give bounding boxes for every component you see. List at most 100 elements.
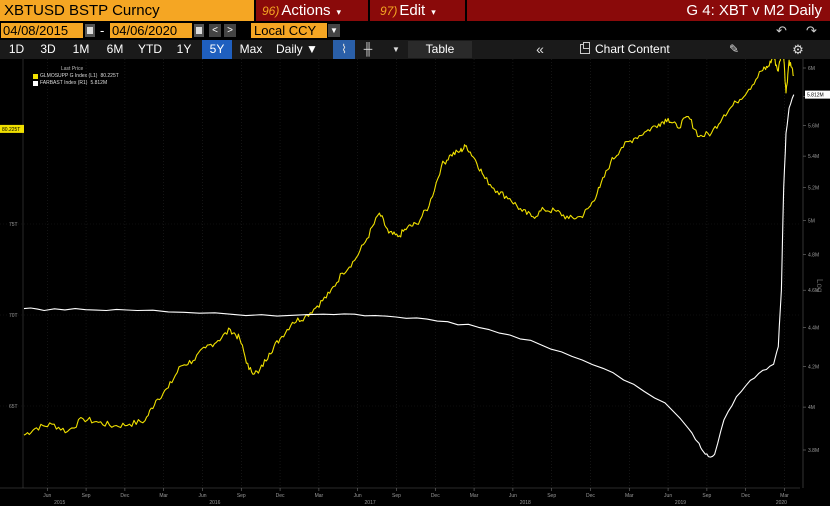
right-tick-label: 4M (808, 405, 815, 411)
redo-icon[interactable]: ↷ (806, 23, 817, 38)
x-tick-label-month: Sep (702, 493, 711, 499)
chart-content-button[interactable]: Chart Content (580, 40, 670, 59)
collapse-left-icon[interactable]: « (530, 40, 550, 59)
date-toolbar: 04/08/2015 - 04/06/2020 < > Local CCY ▼ … (0, 21, 830, 40)
x-tick-label-year: 2018 (520, 500, 531, 506)
date-separator: - (100, 23, 105, 38)
legend-item-m2[interactable]: GLMOSUPP G Index (L1) 80.225T (33, 73, 119, 80)
right-tick-label: 5.2M (808, 186, 819, 192)
chart-content-icon (580, 42, 590, 54)
edit-menu[interactable]: 97) Edit ▾ (380, 0, 436, 21)
x-tick-label-month: Jun (43, 493, 51, 499)
period-5y[interactable]: 5Y (202, 40, 232, 59)
chart-area[interactable]: 75T70T65T 6M5.8M5.6M5.4M5.2M5M4.8M4.6M4.… (0, 59, 830, 506)
chevron-left-icon[interactable]: < (209, 24, 221, 37)
period-ytd[interactable]: YTD (134, 40, 166, 59)
x-tick-label-month: Mar (625, 493, 634, 499)
x-tick-label-month: Jun (509, 493, 517, 499)
chevron-down-icon[interactable]: ▼ (328, 24, 340, 37)
x-tick-label-month: Jun (354, 493, 362, 499)
right-tick-label: 5M (808, 218, 815, 224)
edit-chart-icon[interactable]: ✎ (726, 40, 742, 59)
right-tick-label: 4.4M (808, 325, 819, 331)
series-line-m2 (23, 59, 795, 436)
right-tick-label: 6M (808, 66, 815, 72)
chevron-right-icon[interactable]: > (224, 24, 236, 37)
line-chart-icon[interactable]: ⌇ (333, 40, 355, 59)
legend-item-fed-assets[interactable]: FARBAST Index (R1) 5.812M (33, 80, 119, 87)
right-tick-label: 5.6M (808, 124, 819, 130)
chart-content-label: Chart Content (595, 42, 670, 56)
x-tick-label-year: 2016 (209, 500, 220, 506)
period-1m[interactable]: 1M (66, 40, 96, 59)
period-1y[interactable]: 1Y (170, 40, 198, 59)
x-tick-label-month: Dec (741, 493, 750, 499)
chevron-down-icon: ▼ (306, 42, 318, 56)
chart-legend: Last Price GLMOSUPP G Index (L1) 80.225T … (33, 66, 119, 87)
right-tick-label: 4.8M (808, 253, 819, 259)
chevron-down-icon[interactable]: ▼ (388, 40, 404, 59)
x-tick-label-month: Jun (664, 493, 672, 499)
actions-menu-label: Actions (281, 2, 331, 19)
start-date-input[interactable]: 04/08/2015 (1, 23, 83, 38)
last-value-label-right: 5.812M (807, 93, 824, 99)
period-6m[interactable]: 6M (100, 40, 130, 59)
x-tick-label-month: Mar (315, 493, 324, 499)
x-tick-label-month: Sep (392, 493, 401, 499)
x-tick-label-month: Dec (431, 493, 440, 499)
right-tick-label: 3.8M (808, 448, 819, 454)
edit-menu-label: Edit (399, 2, 426, 19)
last-value-label-left: 80.225T (2, 127, 20, 133)
chevron-down-icon: ▾ (336, 7, 342, 17)
x-tick-label-month: Mar (780, 493, 789, 499)
left-tick-label: 70T (9, 313, 18, 319)
last-value-labels: 80.225T 5.812M (0, 90, 830, 133)
x-tick-label-month: Jun (198, 493, 206, 499)
chevron-down-icon: ▾ (431, 7, 436, 17)
series-layer (23, 59, 795, 458)
table-button[interactable]: Table (408, 41, 472, 58)
left-tick-label: 65T (9, 404, 18, 410)
x-tick-label-year: 2019 (675, 500, 686, 506)
series-line-fed-assets (23, 94, 795, 458)
legend-swatch (33, 81, 38, 86)
x-tick-label-month: Sep (237, 493, 246, 499)
x-gridlines (46, 59, 785, 488)
right-tick-label: 5.4M (808, 154, 819, 160)
actions-menu[interactable]: 96) Actions ▾ (262, 0, 341, 21)
calendar-icon[interactable] (85, 24, 95, 37)
security-field[interactable]: XBTUSD BSTP Curncy (0, 0, 254, 21)
chart-toolbar: 1D 3D 1M 6M YTD 1Y 5Y Max Daily ▼ ⌇ ╫ ▼ … (0, 40, 830, 59)
end-date-input[interactable]: 04/06/2020 (110, 23, 192, 38)
window-title: G 4: XBT v M2 Daily (686, 2, 822, 19)
title-bar-separator (368, 0, 370, 21)
legend-item-value: 5.812M (90, 80, 108, 86)
right-tick-label: 4.2M (808, 364, 819, 370)
legend-item-name: FARBAST Index (R1) (40, 80, 88, 86)
currency-select[interactable]: Local CCY (251, 23, 327, 38)
title-bar-separator (465, 0, 467, 21)
left-tick-label: 75T (9, 222, 18, 228)
bar-chart-icon[interactable]: ╫ (358, 40, 378, 59)
period-max[interactable]: Max (236, 40, 266, 59)
legend-header: Last Price (61, 66, 84, 72)
x-tick-label-month: Mar (159, 493, 168, 499)
edit-menu-number: 97) (380, 4, 398, 18)
title-bar-separator (254, 0, 256, 21)
x-axis: Jun Sep Dec Mar Jun Sep Dec Mar Jun Sep Dec Mar Jun S… (0, 487, 800, 506)
x-tick-label-month: Sep (82, 493, 91, 499)
frequency-select[interactable]: Daily ▼ (276, 40, 318, 59)
gear-icon[interactable]: ⚙ (790, 40, 806, 59)
period-1d[interactable]: 1D (3, 40, 30, 59)
x-tick-label-month: Sep (547, 493, 556, 499)
right-axis: 6M5.8M5.6M5.4M5.2M5M4.8M4.6M4.4M4.2M4M3.… (802, 59, 824, 488)
period-3d[interactable]: 3D (34, 40, 62, 59)
undo-icon[interactable]: ↶ (776, 23, 787, 38)
log-scale-label: Log (815, 279, 824, 292)
legend-item-value: 80.225T (100, 73, 119, 79)
frequency-label: Daily (276, 42, 303, 56)
calendar-icon[interactable] (194, 24, 204, 37)
left-axis: 75T 70T 65T (0, 59, 800, 488)
x-tick-label-month: Dec (586, 493, 595, 499)
x-tick-label-month: Dec (120, 493, 129, 499)
